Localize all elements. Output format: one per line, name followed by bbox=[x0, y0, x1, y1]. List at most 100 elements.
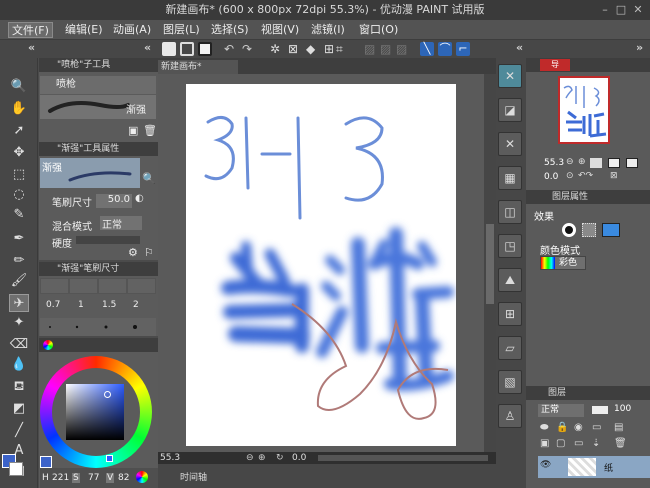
lock-icon[interactable]: 🔒 bbox=[556, 422, 568, 433]
pencil-icon[interactable]: ✏ bbox=[9, 252, 29, 270]
gradient-icon[interactable]: ◩ bbox=[9, 400, 29, 418]
fill-icon[interactable]: ◆ bbox=[306, 42, 320, 56]
menu-filter[interactable]: 滤镜(I) bbox=[308, 22, 348, 38]
clear-icon[interactable]: ✲ bbox=[270, 42, 284, 56]
figure-icon[interactable]: ╱ bbox=[9, 422, 29, 440]
layer-property-icon[interactable]: ✕ bbox=[498, 132, 522, 156]
new-file-icon[interactable] bbox=[162, 42, 176, 56]
save-icon[interactable] bbox=[198, 42, 212, 56]
layer-visibility-icon[interactable]: 👁 bbox=[540, 460, 551, 470]
zoom-readout[interactable]: 55.3 bbox=[160, 452, 180, 464]
brush-size-field[interactable]: 50.0 bbox=[96, 194, 132, 208]
subtool-fade[interactable]: 渐强 bbox=[40, 95, 156, 119]
menu-file[interactable]: 文件(F) bbox=[8, 22, 53, 38]
tone-effect-icon[interactable] bbox=[582, 223, 596, 237]
mask-icon[interactable]: ▤ bbox=[614, 422, 623, 433]
image-material-icon[interactable]: ⛰ bbox=[498, 268, 522, 292]
fill-tool-icon[interactable]: ⛾ bbox=[9, 378, 29, 396]
navigator-zoom[interactable]: 55.3 bbox=[544, 158, 564, 168]
maximize-button[interactable]: □ bbox=[614, 3, 628, 17]
collapse-right-icon[interactable]: » bbox=[636, 41, 643, 54]
main-color-chip[interactable] bbox=[40, 456, 52, 468]
menu-animation[interactable]: 动画(A) bbox=[110, 22, 154, 38]
nav-zoom-in-icon[interactable]: ⊕ bbox=[578, 157, 586, 167]
navigator-tab-icon[interactable]: ✕ bbox=[498, 64, 522, 88]
open-file-icon[interactable] bbox=[180, 42, 194, 56]
border-effect-icon[interactable] bbox=[562, 223, 576, 237]
object-icon[interactable]: ➚ bbox=[9, 122, 29, 140]
undo-icon[interactable]: ↶ bbox=[224, 42, 238, 56]
opacity-slider[interactable] bbox=[592, 406, 608, 414]
collapse-left-icon[interactable]: « bbox=[144, 41, 151, 54]
saturation-value-square[interactable] bbox=[66, 384, 124, 440]
color-mode-icon[interactable] bbox=[136, 471, 148, 483]
new-folder-icon[interactable]: ▭ bbox=[574, 438, 583, 449]
hue-picker-cursor[interactable] bbox=[106, 455, 113, 462]
brush-icon[interactable]: 🖌 bbox=[9, 272, 29, 290]
airbrush-icon[interactable]: ✈ bbox=[9, 294, 29, 312]
search-layer-icon[interactable]: ◫ bbox=[498, 200, 522, 224]
copy-subtool-icon[interactable]: ▣ bbox=[128, 124, 138, 137]
navigator-tab[interactable]: 导 bbox=[540, 59, 570, 71]
delete-subtool-icon[interactable]: 🗑 bbox=[143, 124, 157, 137]
nav-rotate-left-icon[interactable]: ⊙ bbox=[566, 171, 574, 181]
color-picker-cursor[interactable] bbox=[104, 391, 111, 398]
blend-icon[interactable]: 💧 bbox=[9, 356, 29, 374]
eraser-icon[interactable]: ⌫ bbox=[9, 336, 29, 354]
flip-icon[interactable] bbox=[608, 158, 620, 168]
lasso-icon[interactable]: ◌ bbox=[9, 186, 29, 204]
layer-color-icon[interactable] bbox=[602, 223, 620, 237]
zoom-out-icon[interactable]: ⊖ bbox=[246, 452, 254, 464]
clear-outside-icon[interactable]: ⊠ bbox=[288, 42, 302, 56]
settings-icon[interactable]: ⚙ bbox=[128, 246, 138, 259]
sub-color-swatch[interactable] bbox=[9, 462, 23, 476]
hardness-slider[interactable] bbox=[76, 236, 140, 244]
color-wheel-tab-icon[interactable] bbox=[43, 339, 53, 350]
snap-grid-icon[interactable]: ⌐ bbox=[456, 42, 470, 56]
menu-layer[interactable]: 图层(L) bbox=[160, 22, 203, 38]
new-vector-icon[interactable]: ▢ bbox=[556, 438, 565, 449]
ref-layer-icon[interactable]: ◉ bbox=[574, 422, 583, 433]
close-button[interactable]: ✕ bbox=[631, 3, 645, 17]
tool-info-icon[interactable]: ⚐ bbox=[144, 246, 154, 259]
move-icon[interactable]: ✋ bbox=[9, 100, 29, 118]
rotation-readout[interactable]: 0.0 bbox=[292, 452, 306, 464]
collapse-right-icon[interactable]: « bbox=[516, 41, 523, 54]
nav-zoom-out-icon[interactable]: ⊖ bbox=[566, 157, 574, 167]
flip-vertical-icon[interactable] bbox=[626, 158, 638, 168]
fit-window-icon[interactable] bbox=[590, 158, 602, 168]
blend-mode-select[interactable]: 正常 bbox=[100, 216, 142, 231]
pressure-icon[interactable]: ◐ bbox=[135, 193, 144, 204]
tool-settings-icon[interactable]: ▦ bbox=[498, 166, 522, 190]
navigator-rotation[interactable]: 0.0 bbox=[544, 172, 558, 182]
pattern-icon[interactable]: ⊞ bbox=[498, 302, 522, 326]
rotate-icon[interactable]: ↻ bbox=[276, 452, 284, 464]
zoom-icon[interactable]: 🔍 bbox=[9, 78, 29, 96]
picture-icon[interactable]: ▱ bbox=[498, 336, 522, 360]
brush-size-cell[interactable] bbox=[40, 278, 69, 294]
layer-blend-select[interactable]: 正常 bbox=[538, 404, 584, 417]
brush-size-option[interactable]: 1 bbox=[78, 300, 84, 310]
clip-icon[interactable]: ⬬ bbox=[540, 422, 549, 433]
brush-size-option[interactable]: 2 bbox=[133, 300, 139, 310]
decoration-icon[interactable]: ✦ bbox=[9, 314, 29, 332]
brush-size-option[interactable]: 1.5 bbox=[102, 300, 116, 310]
pen-icon[interactable]: ✒ bbox=[9, 230, 29, 248]
delete-layer-icon[interactable]: 🗑 bbox=[614, 438, 627, 449]
material-icon[interactable]: ◪ bbox=[498, 98, 522, 122]
nav-rotate-right-icon[interactable]: ↶↷ bbox=[578, 171, 593, 181]
canvas-vertical-scrollbar[interactable] bbox=[484, 74, 496, 452]
layer-row[interactable]: 👁 纸 bbox=[538, 456, 650, 478]
timeline-tab[interactable]: 时间轴 bbox=[180, 470, 207, 483]
menu-edit[interactable]: 编辑(E) bbox=[62, 22, 106, 38]
canvas-horizontal-scrollbar[interactable] bbox=[318, 455, 488, 461]
brush-size-cell[interactable] bbox=[69, 278, 98, 294]
operation-icon[interactable]: ✥ bbox=[9, 144, 29, 162]
draft-icon[interactable]: ▭ bbox=[592, 422, 601, 433]
3d-object-icon[interactable]: ▧ bbox=[498, 370, 522, 394]
eyedropper-icon[interactable]: ✎ bbox=[9, 206, 29, 224]
minimize-button[interactable]: – bbox=[598, 3, 612, 17]
zoom-in-icon[interactable]: ⊕ bbox=[258, 452, 266, 464]
brush-size-cell[interactable] bbox=[127, 278, 156, 294]
drawing-canvas[interactable] bbox=[186, 84, 456, 446]
